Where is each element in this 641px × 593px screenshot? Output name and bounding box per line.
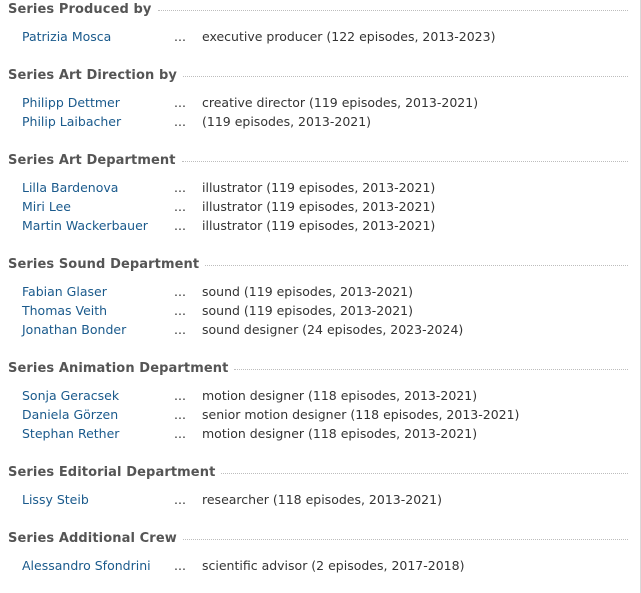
credit-section: Series Editorial Department Lissy Steib..… [0,463,628,509]
section-header: Series Art Direction by [0,66,628,84]
separator-dots: ... [174,492,186,507]
person-name-link[interactable]: Jonathan Bonder [0,322,174,337]
credit-row: Fabian Glaser... sound (119 episodes, 201… [0,282,628,301]
credit-row: Stephan Rether... motion designer (118 ep… [0,424,628,443]
credit-description: sound (119 episodes, 2013-2021) [202,284,413,299]
credit-description: senior motion designer (118 episodes, 20… [202,407,520,422]
section-title: Series Art Department [8,152,176,168]
section-divider [157,9,628,11]
section-title: Series Additional Crew [8,530,177,546]
credit-section: Series Art Direction by Philipp Dettmer..… [0,66,628,131]
credit-description: executive producer (122 episodes, 2013-2… [202,29,496,44]
person-name-link[interactable]: Lissy Steib [0,492,174,507]
section-header: Series Additional Crew [0,529,628,547]
person-name-link[interactable]: Miri Lee [0,199,174,214]
section-divider [182,75,628,77]
credit-row: Alessandro Sfondrini... scientific adviso… [0,556,628,575]
separator-dots: ... [174,180,186,195]
section-title: Series Produced by [8,1,152,17]
credit-rows: Patrizia Mosca... executive producer (122… [0,27,628,46]
person-name-link[interactable]: Stephan Rether [0,426,174,441]
credit-section: Series Sound Department Fabian Glaser... s… [0,255,628,339]
credit-row: Philipp Dettmer... creative director (119… [0,93,628,112]
credit-row: Lissy Steib... researcher (118 episodes, … [0,490,628,509]
credit-row: Sonja Geracsek... motion designer (118 ep… [0,386,628,405]
credit-rows: Philipp Dettmer... creative director (119… [0,93,628,131]
person-name-link[interactable]: Fabian Glaser [0,284,174,299]
credit-description: motion designer (118 episodes, 2013-2021… [202,426,478,441]
separator-dots: ... [174,199,186,214]
separator-dots: ... [174,218,186,233]
separator-dots: ... [174,322,186,337]
credit-description: researcher (118 episodes, 2013-2021) [202,492,442,507]
credit-description: creative director (119 episodes, 2013-20… [202,95,479,110]
credit-row: Martin Wackerbauer... illustrator (119 ep… [0,216,628,235]
person-name-link[interactable]: Daniela Görzen [0,407,174,422]
credit-row: Lilla Bardenova... illustrator (119 episo… [0,178,628,197]
section-title: Series Art Direction by [8,67,177,83]
section-divider [234,368,628,370]
credit-row: Philip Laibacher... (119 episodes, 2013-2… [0,112,628,131]
section-header: Series Sound Department [0,255,628,273]
separator-dots: ... [174,558,186,573]
person-name-link[interactable]: Thomas Veith [0,303,174,318]
section-title: Series Animation Department [8,360,229,376]
person-name-link[interactable]: Martin Wackerbauer [0,218,174,233]
credit-section: Series Produced by Patrizia Mosca... execu… [0,0,628,46]
separator-dots: ... [174,114,186,129]
credit-description: sound designer (24 episodes, 2023-2024) [202,322,464,337]
separator-dots: ... [174,388,186,403]
section-header: Series Animation Department [0,359,628,377]
credit-description: scientific advisor (2 episodes, 2017-201… [202,558,465,573]
credit-section: Series Art Department Lilla Bardenova... i… [0,151,628,235]
section-divider [181,160,628,162]
credit-row: Jonathan Bonder... sound designer (24 epi… [0,320,628,339]
person-name-link[interactable]: Patrizia Mosca [0,29,174,44]
credit-rows: Lissy Steib... researcher (118 episodes, … [0,490,628,509]
credit-row: Thomas Veith... sound (119 episodes, 2013… [0,301,628,320]
credit-description: sound (119 episodes, 2013-2021) [202,303,413,318]
section-title: Series Sound Department [8,256,200,272]
section-divider [221,472,628,474]
credit-rows: Alessandro Sfondrini... scientific adviso… [0,556,628,575]
credit-description: (119 episodes, 2013-2021) [202,114,372,129]
credit-description: illustrator (119 episodes, 2013-2021) [202,199,436,214]
credit-description: motion designer (118 episodes, 2013-2021… [202,388,478,403]
credit-section: Series Animation Department Sonja Geracse… [0,359,628,443]
person-name-link[interactable]: Philipp Dettmer [0,95,174,110]
credit-rows: Lilla Bardenova... illustrator (119 episo… [0,178,628,235]
section-header: Series Art Department [0,151,628,169]
person-name-link[interactable]: Philip Laibacher [0,114,174,129]
section-title: Series Editorial Department [8,464,216,480]
credit-description: illustrator (119 episodes, 2013-2021) [202,218,436,233]
separator-dots: ... [174,95,186,110]
separator-dots: ... [174,426,186,441]
credit-description: illustrator (119 episodes, 2013-2021) [202,180,436,195]
credit-row: Patrizia Mosca... executive producer (122… [0,27,628,46]
person-name-link[interactable]: Sonja Geracsek [0,388,174,403]
separator-dots: ... [174,284,186,299]
credit-row: Daniela Görzen... senior motion designer … [0,405,628,424]
separator-dots: ... [174,407,186,422]
section-header: Series Produced by [0,0,628,18]
separator-dots: ... [174,29,186,44]
section-header: Series Editorial Department [0,463,628,481]
person-name-link[interactable]: Lilla Bardenova [0,180,174,195]
credit-row: Miri Lee... illustrator (119 episodes, 20… [0,197,628,216]
credit-rows: Fabian Glaser... sound (119 episodes, 201… [0,282,628,339]
person-name-link[interactable]: Alessandro Sfondrini [0,558,174,573]
credit-rows: Sonja Geracsek... motion designer (118 ep… [0,386,628,443]
section-divider [205,264,628,266]
credit-section: Series Additional Crew Alessandro Sfondri… [0,529,628,575]
section-divider [182,538,628,540]
separator-dots: ... [174,303,186,318]
